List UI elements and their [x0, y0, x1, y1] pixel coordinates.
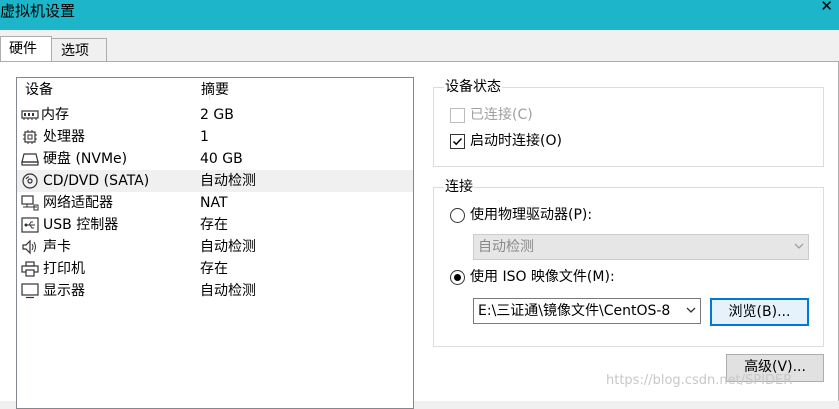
device-row-cd-dvd[interactable]: CD/DVD (SATA) 自动检测 — [17, 170, 413, 192]
connect-on-startup-checkbox[interactable] — [450, 134, 465, 149]
connect-on-startup-label: 启动时连接(O) — [470, 133, 562, 149]
chevron-down-icon — [686, 305, 696, 315]
connection-title: 连接 — [444, 178, 474, 196]
cpu-icon — [23, 130, 37, 144]
device-row-memory[interactable]: 内存 2 GB — [17, 104, 413, 126]
device-row-usb-controller[interactable]: USB 控制器 存在 — [17, 214, 413, 236]
network-adapter-icon — [21, 195, 39, 211]
printer-icon — [21, 261, 39, 277]
device-row-processor[interactable]: 处理器 1 — [17, 126, 413, 148]
checkmark-icon — [452, 137, 463, 146]
physical-drive-select[interactable]: 自动检测 — [473, 234, 809, 260]
column-header-summary[interactable]: 摘要 — [201, 81, 229, 99]
device-summary: 存在 — [200, 217, 228, 233]
column-header-device[interactable]: 设备 — [25, 81, 53, 99]
connection-group: 连接 使用物理驱动器(P): 自动检测 使用 ISO 映像文件(M): E:\三… — [433, 178, 824, 347]
physical-drive-value: 自动检测 — [478, 239, 534, 255]
device-summary: 40 GB — [200, 151, 243, 167]
device-name: 处理器 — [43, 129, 85, 145]
speaker-icon — [22, 239, 36, 255]
physical-drive-radio[interactable] — [450, 208, 465, 223]
connected-checkbox[interactable] — [450, 108, 465, 123]
window-title: 虚拟机设置 — [0, 2, 76, 20]
iso-image-label: 使用 ISO 映像文件(M): — [470, 269, 615, 285]
iso-path-combo[interactable]: E:\三证通\镜像文件\CentOS-8 — [473, 298, 701, 324]
device-name: 声卡 — [43, 239, 71, 255]
tab-hardware[interactable]: 硬件 — [0, 36, 52, 62]
device-summary: 自动检测 — [200, 283, 256, 299]
device-name: CD/DVD (SATA) — [43, 173, 150, 189]
iso-image-radio[interactable] — [450, 270, 465, 285]
connected-label: 已连接(C) — [470, 107, 533, 123]
tab-hardware-label: 硬件 — [9, 41, 37, 57]
close-icon[interactable]: ✕ — [820, 0, 833, 16]
iso-path-value: E:\三证通\镜像文件\CentOS-8 — [478, 303, 671, 319]
device-summary: 1 — [200, 129, 209, 145]
radio-selected-dot — [454, 274, 461, 281]
cd-dvd-icon — [22, 173, 38, 189]
physical-drive-label: 使用物理驱动器(P): — [470, 207, 593, 223]
usb-icon — [21, 217, 39, 233]
device-row-network-adapter[interactable]: 网络适配器 NAT — [17, 192, 413, 214]
device-status-group: 设备状态 已连接(C) 启动时连接(O) — [433, 78, 824, 167]
browse-button[interactable]: 浏览(B)... — [710, 298, 809, 326]
memory-icon — [21, 110, 39, 120]
device-name: 显示器 — [43, 283, 85, 299]
device-row-printer[interactable]: 打印机 存在 — [17, 258, 413, 280]
device-row-hard-disk[interactable]: 硬盘 (NVMe) 40 GB — [17, 148, 413, 170]
device-summary: 2 GB — [200, 107, 234, 123]
device-summary: 存在 — [200, 261, 228, 277]
monitor-icon — [21, 283, 39, 299]
device-name: 硬盘 (NVMe) — [43, 151, 128, 167]
watermark-text: https://blog.csdn.net/SPIDER — [606, 373, 793, 388]
chevron-down-icon — [794, 243, 804, 249]
hard-disk-icon — [21, 153, 39, 166]
device-status-title: 设备状态 — [444, 78, 502, 96]
tab-options[interactable]: 选项 — [51, 38, 107, 62]
device-row-sound-card[interactable]: 声卡 自动检测 — [17, 236, 413, 258]
title-bar: 虚拟机设置 ✕ — [0, 0, 839, 30]
device-name: 网络适配器 — [43, 195, 113, 211]
device-name: 打印机 — [43, 261, 85, 277]
device-summary: 自动检测 — [200, 173, 256, 189]
device-list: 设备 摘要 内存 2 GB 处理器 1 硬盘 (NVMe) 40 GB CD/D… — [16, 77, 414, 409]
device-summary: 自动检测 — [200, 239, 256, 255]
tab-options-label: 选项 — [61, 43, 89, 59]
device-row-display[interactable]: 显示器 自动检测 — [17, 280, 413, 302]
device-summary: NAT — [200, 195, 228, 211]
device-name: USB 控制器 — [43, 217, 119, 233]
device-name: 内存 — [41, 107, 69, 123]
device-list-header: 设备 摘要 — [17, 78, 413, 102]
browse-button-label: 浏览(B)... — [728, 304, 791, 320]
